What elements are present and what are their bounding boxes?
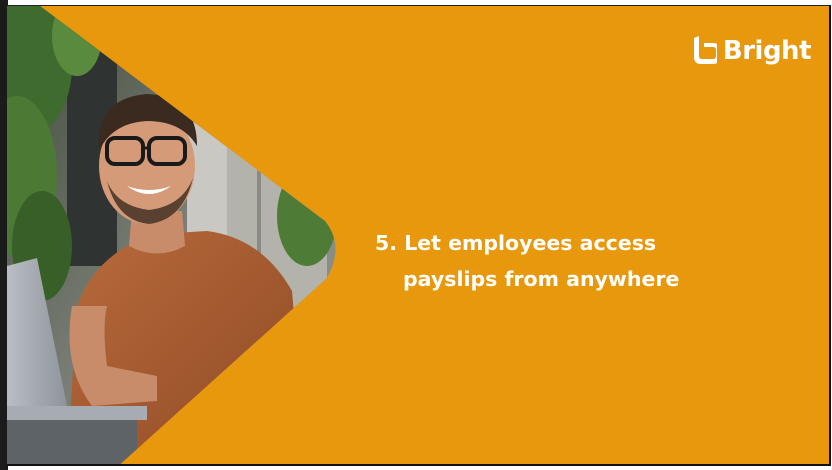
slide-headline: 5. Let employees access payslips from an… — [375, 225, 679, 297]
bright-logo: Bright — [691, 36, 812, 66]
headline-line-1: 5. Let employees access — [375, 231, 657, 255]
bright-logo-icon — [693, 36, 717, 64]
headline-line-2: payslips from anywhere — [403, 267, 680, 291]
hero-photo — [7, 6, 347, 464]
logo-text: Bright — [722, 36, 812, 66]
presentation-slide: Bright 5. Let employees access payslips … — [7, 5, 831, 466]
